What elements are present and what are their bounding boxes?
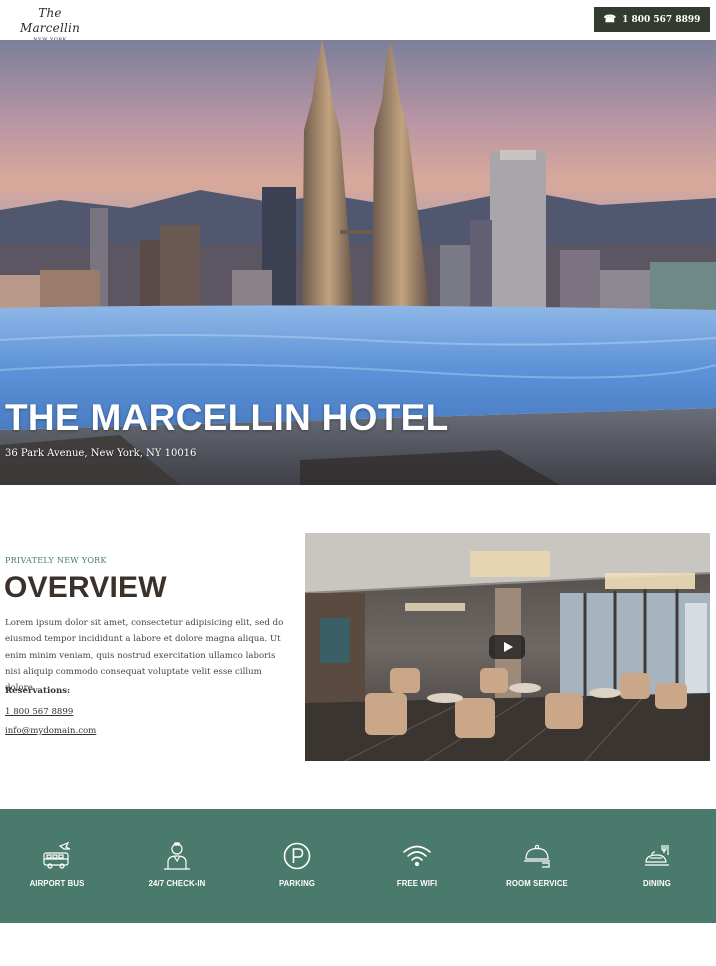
amenity-label: FREE WIFI	[396, 879, 438, 888]
amenity-checkin: 24/7 CHECK-IN	[122, 809, 232, 923]
reservations-phone-link[interactable]: 1 800 567 8899	[5, 707, 73, 717]
hero-address: 36 Park Avenue, New York, NY 10016	[5, 448, 197, 459]
site-header: The Marcellin NEW YORK ☎ 1 800 567 8899	[0, 0, 716, 43]
amenity-room-service: ROOM SERVICE	[482, 809, 592, 923]
phone-button[interactable]: ☎ 1 800 567 8899	[594, 7, 710, 32]
hero-banner: THE MARCELLIN HOTEL 36 Park Avenue, New …	[0, 40, 716, 485]
logo-script: The Marcellin	[19, 6, 81, 35]
amenity-label: ROOM SERVICE	[506, 879, 568, 888]
cloche-icon	[524, 844, 550, 868]
concierge-icon	[164, 842, 190, 870]
overview-section: PRIVATELY NEW YORK OVERVIEW Lorem ipsum …	[0, 485, 716, 809]
lounge-video-thumbnail[interactable]	[305, 533, 710, 761]
amenity-label: DINING	[643, 879, 671, 888]
overview-eyebrow: PRIVATELY NEW YORK	[5, 556, 107, 565]
amenity-parking: PARKING	[242, 809, 352, 923]
hero-title: THE MARCELLIN HOTEL	[5, 397, 449, 438]
phone-button-label: 1 800 567 8899	[622, 14, 701, 25]
amenity-dining: DINING	[602, 809, 712, 923]
wifi-icon	[403, 845, 431, 867]
reservations-email-link[interactable]: info@mydomain.com	[5, 726, 96, 736]
amenities-bar: AIRPORT BUS 24/7 CHECK-IN PARKING FREE W…	[0, 809, 716, 923]
play-button[interactable]	[489, 635, 525, 659]
amenity-label: AIRPORT BUS	[29, 879, 85, 888]
amenity-label: 24/7 CHECK-IN	[148, 879, 206, 888]
bus-icon	[43, 841, 71, 869]
amenity-wifi: FREE WIFI	[362, 809, 472, 923]
amenity-airport-bus: AIRPORT BUS	[2, 809, 112, 923]
amenity-label: PARKING	[278, 879, 316, 888]
reservations-label: Reservations:	[5, 686, 71, 696]
overview-body: Lorem ipsum dolor sit amet, consectetur …	[5, 618, 284, 694]
logo[interactable]: The Marcellin NEW YORK	[7, 6, 93, 43]
overview-title: OVERVIEW	[4, 571, 167, 604]
play-icon	[503, 642, 513, 652]
parking-icon	[283, 842, 311, 870]
dining-icon	[645, 845, 669, 866]
telephone-icon: ☎	[603, 13, 617, 25]
